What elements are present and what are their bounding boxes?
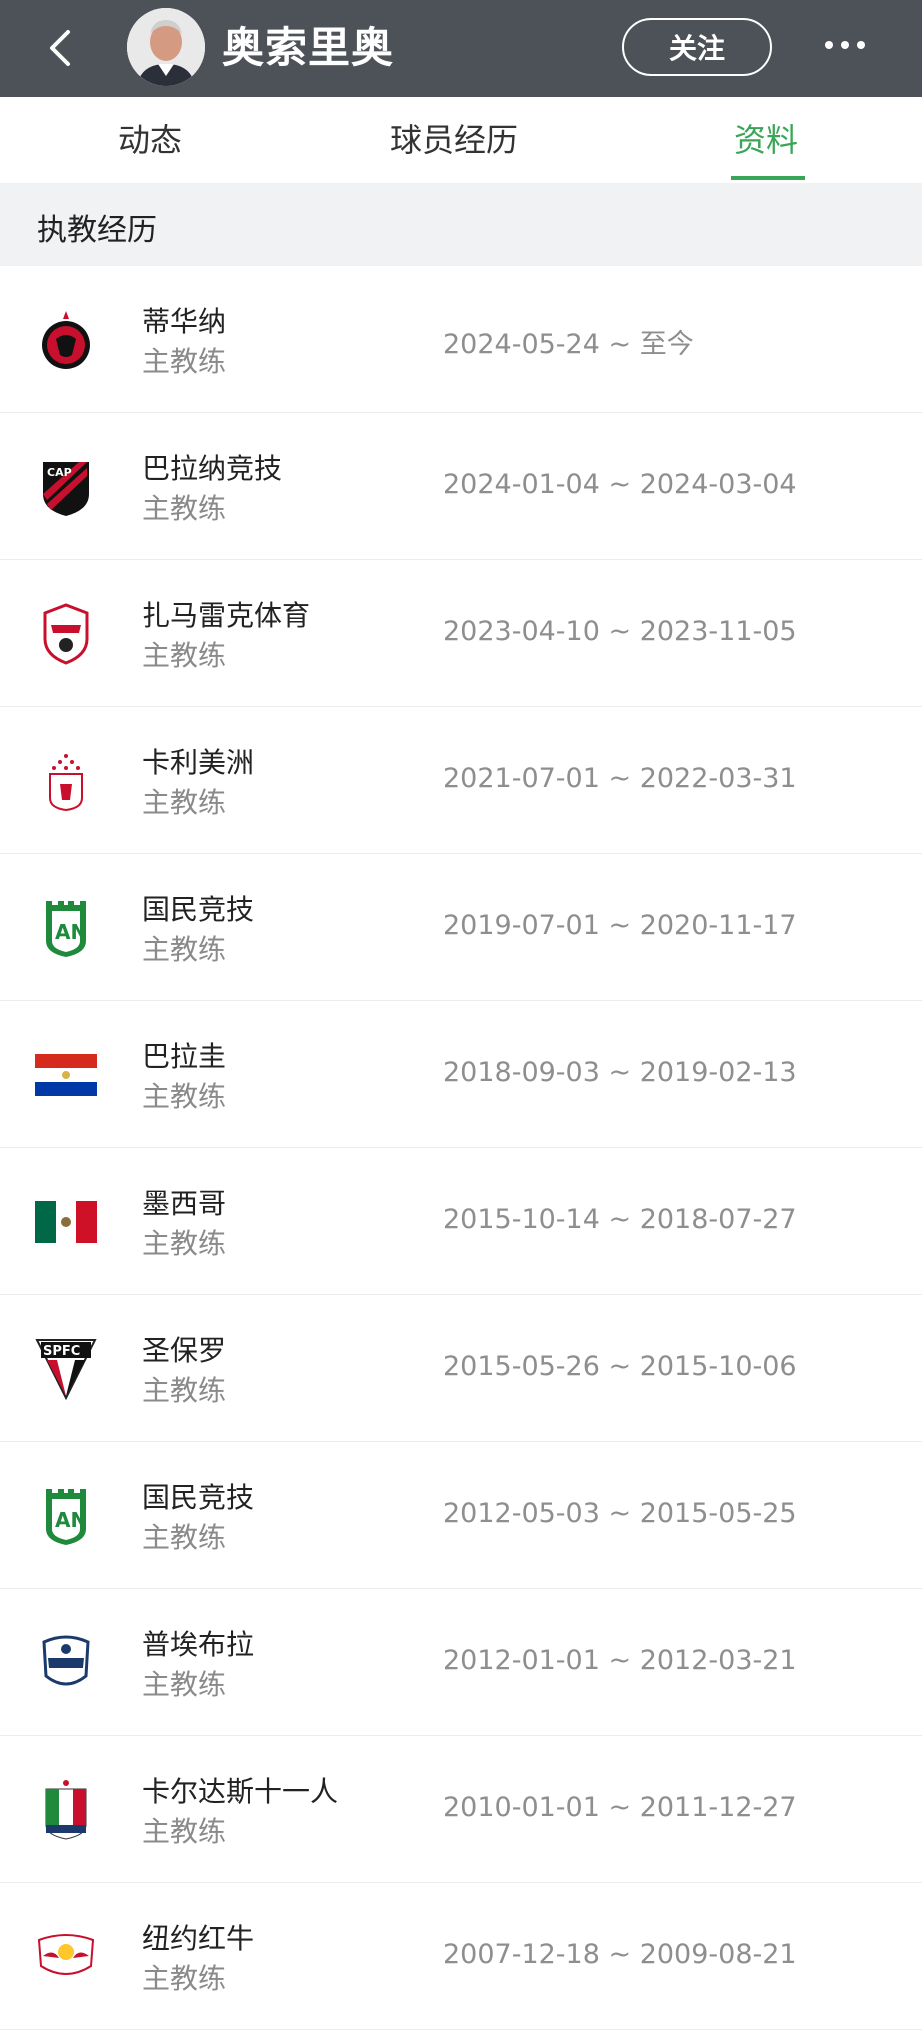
more-dot-icon — [841, 41, 849, 49]
svg-text:AN: AN — [55, 1508, 87, 1532]
section-title: 执教经历 — [37, 213, 157, 248]
avatar[interactable] — [127, 8, 205, 86]
tenure-dates: 2007-12-18 ~ 2009-08-21 — [443, 1939, 797, 1970]
follow-button[interactable]: 关注 — [622, 18, 772, 76]
list-item[interactable]: AN 国民竞技 主教练 2019-07-01 ~ 2020-11-17 — [0, 854, 922, 1001]
once-caldas-logo-icon — [30, 1776, 102, 1844]
list-item[interactable]: 扎马雷克体育 主教练 2023-04-10 ~ 2023-11-05 — [0, 560, 922, 707]
tab-dynamics[interactable]: 动态 — [118, 115, 182, 161]
team-name: 巴拉圭 — [142, 1040, 227, 1073]
team-name: 国民竞技 — [142, 1481, 255, 1514]
chevron-left-icon — [50, 30, 70, 66]
team-name: 卡利美洲 — [142, 746, 255, 779]
sao-paulo-logo-icon: SPFC — [30, 1335, 102, 1403]
tenure-dates: 2015-10-14 ~ 2018-07-27 — [443, 1204, 797, 1235]
team-name: 蒂华纳 — [142, 305, 227, 338]
tenure-dates: 2021-07-01 ~ 2022-03-31 — [443, 763, 797, 794]
role: 主教练 — [142, 345, 227, 378]
list-item[interactable]: 巴拉圭 主教练 2018-09-03 ~ 2019-02-13 — [0, 1001, 922, 1148]
red-bulls-logo-icon — [30, 1923, 102, 1991]
team-name: 巴拉纳竞技 — [142, 452, 283, 485]
role: 主教练 — [142, 492, 227, 525]
america-de-cali-logo-icon — [30, 747, 102, 815]
tenure-dates: 2012-05-03 ~ 2015-05-25 — [443, 1498, 797, 1529]
team-name: 国民竞技 — [142, 893, 255, 926]
list-item[interactable]: 普埃布拉 主教练 2012-01-01 ~ 2012-03-21 — [0, 1589, 922, 1736]
person-icon — [127, 8, 205, 86]
list-item[interactable]: 纽约红牛 主教练 2007-12-18 ~ 2009-08-21 — [0, 1883, 922, 2030]
role: 主教练 — [142, 786, 227, 819]
team-name: 扎马雷克体育 — [142, 599, 311, 632]
more-dot-icon — [825, 41, 833, 49]
tenure-dates: 2012-01-01 ~ 2012-03-21 — [443, 1645, 797, 1676]
team-name: 卡尔达斯十一人 — [142, 1775, 339, 1808]
tenure-dates: 2023-04-10 ~ 2023-11-05 — [443, 616, 797, 647]
tab-bar: 动态 球员经历 资料 — [0, 97, 922, 183]
svg-text:AN: AN — [55, 920, 87, 944]
role: 主教练 — [142, 1815, 227, 1848]
list-item[interactable]: SPFC 圣保罗 主教练 2015-05-26 ~ 2015-10-06 — [0, 1295, 922, 1442]
tenure-dates: 2024-01-04 ~ 2024-03-04 — [443, 469, 797, 500]
tenure-dates: 2018-09-03 ~ 2019-02-13 — [443, 1057, 797, 1088]
back-button[interactable] — [40, 22, 80, 74]
paraguay-flag-icon — [30, 1041, 102, 1109]
list-item[interactable]: 墨西哥 主教练 2015-10-14 ~ 2018-07-27 — [0, 1148, 922, 1295]
role: 主教练 — [142, 1962, 227, 1995]
role: 主教练 — [142, 933, 227, 966]
svg-text:CAP: CAP — [47, 466, 72, 479]
atletico-nacional-logo-icon: AN — [30, 894, 102, 962]
page-title: 奥索里奥 — [222, 23, 395, 72]
more-dot-icon — [857, 41, 865, 49]
tenure-dates: 2019-07-01 ~ 2020-11-17 — [443, 910, 797, 941]
atletico-nacional-logo-icon: AN — [30, 1482, 102, 1550]
athletico-paranaense-logo-icon: CAP — [30, 453, 102, 521]
section-header: 执教经历 — [0, 183, 922, 266]
tenure-dates: 2024-05-24 ~ 至今 — [443, 329, 694, 360]
list-item[interactable]: AN 国民竞技 主教练 2012-05-03 ~ 2015-05-25 — [0, 1442, 922, 1589]
team-name: 普埃布拉 — [142, 1628, 255, 1661]
role: 主教练 — [142, 1227, 227, 1260]
list-item[interactable]: CAP 巴拉纳竞技 主教练 2024-01-04 ~ 2024-03-04 — [0, 413, 922, 560]
tenure-dates: 2010-01-01 ~ 2011-12-27 — [443, 1792, 797, 1823]
tab-player-history[interactable]: 球员经历 — [390, 115, 518, 161]
team-name: 纽约红牛 — [142, 1922, 255, 1955]
more-options-button[interactable] — [815, 30, 875, 60]
role: 主教练 — [142, 1374, 227, 1407]
role: 主教练 — [142, 1668, 227, 1701]
list-item[interactable]: 卡尔达斯十一人 主教练 2010-01-01 ~ 2011-12-27 — [0, 1736, 922, 1883]
tijuana-logo-icon — [30, 306, 102, 374]
tab-profile[interactable]: 资料 — [734, 115, 798, 161]
list-item[interactable]: 卡利美洲 主教练 2021-07-01 ~ 2022-03-31 — [0, 707, 922, 854]
active-tab-indicator — [731, 176, 805, 180]
team-name: 圣保罗 — [142, 1334, 227, 1367]
zamalek-logo-icon — [30, 600, 102, 668]
mexico-flag-icon — [30, 1188, 102, 1256]
list-item[interactable]: 蒂华纳 主教练 2024-05-24 ~ 至今 — [0, 266, 922, 413]
role: 主教练 — [142, 639, 227, 672]
puebla-logo-icon — [30, 1629, 102, 1697]
tenure-dates: 2015-05-26 ~ 2015-10-06 — [443, 1351, 797, 1382]
role: 主教练 — [142, 1521, 227, 1554]
role: 主教练 — [142, 1080, 227, 1113]
team-name: 墨西哥 — [142, 1187, 227, 1220]
coaching-history-list: 蒂华纳 主教练 2024-05-24 ~ 至今 CAP 巴拉纳竞技 主教练 20… — [0, 266, 922, 2030]
top-bar: 奥索里奥 关注 — [0, 0, 922, 97]
svg-text:SPFC: SPFC — [43, 1344, 80, 1359]
